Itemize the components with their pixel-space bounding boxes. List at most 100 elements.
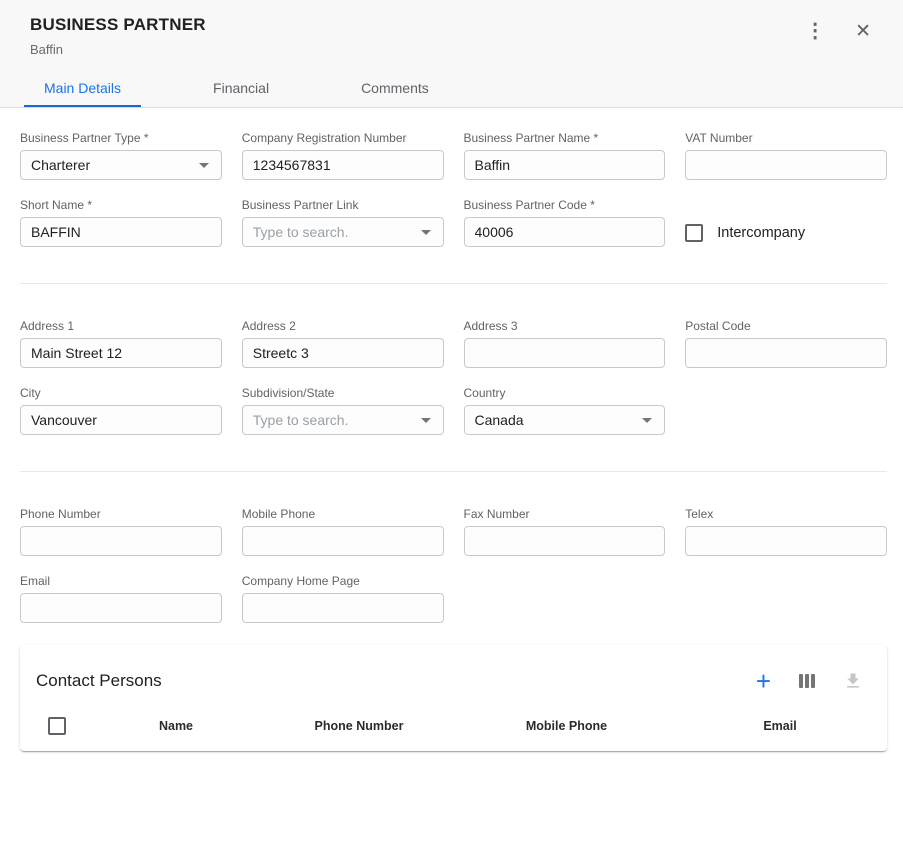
- field-city: City: [20, 386, 222, 435]
- header-top: BUSINESS PARTNER Baffin ⋮ ✕: [0, 0, 903, 57]
- field-label: Company Home Page: [242, 574, 444, 588]
- field-label: Address 1: [20, 319, 222, 333]
- field-short-name: Short Name *: [20, 198, 222, 247]
- tab-main-details[interactable]: Main Details: [24, 70, 141, 107]
- field-label: Subdivision/State: [242, 386, 444, 400]
- select-value: Canada: [475, 412, 524, 428]
- contact-persons-table-header: Name Phone Number Mobile Phone Email: [20, 707, 887, 751]
- field-vat-number: VAT Number: [685, 131, 887, 180]
- empty-cell: [685, 574, 887, 623]
- column-header-email: Email: [673, 719, 887, 733]
- kebab-menu-icon[interactable]: ⋮: [801, 19, 829, 43]
- column-header-phone: Phone Number: [258, 719, 460, 733]
- field-business-partner-code: Business Partner Code *: [464, 198, 666, 247]
- field-country: Country Canada: [464, 386, 666, 435]
- tab-bar: Main Details Financial Comments: [0, 70, 903, 107]
- field-postal-code: Postal Code: [685, 319, 887, 368]
- empty-cell: [464, 574, 666, 623]
- page-subtitle: Baffin: [30, 42, 206, 57]
- intercompany-checkbox[interactable]: [685, 224, 703, 242]
- field-label: Telex: [685, 507, 887, 521]
- field-label: Business Partner Type *: [20, 131, 222, 145]
- column-header-mobile: Mobile Phone: [460, 719, 673, 733]
- field-label: City: [20, 386, 222, 400]
- field-label: Business Partner Code *: [464, 198, 666, 212]
- field-address-1: Address 1: [20, 319, 222, 368]
- field-business-partner-type: Business Partner Type * Charterer: [20, 131, 222, 180]
- select-placeholder: Type to search.: [253, 412, 349, 428]
- header-titles: BUSINESS PARTNER Baffin: [30, 15, 206, 57]
- fax-number-input[interactable]: [464, 526, 666, 556]
- empty-cell: [685, 386, 887, 435]
- business-partner-type-select[interactable]: Charterer: [20, 150, 222, 180]
- address-2-input[interactable]: [242, 338, 444, 368]
- field-label: Short Name *: [20, 198, 222, 212]
- tab-comments[interactable]: Comments: [341, 70, 449, 107]
- select-all-checkbox[interactable]: [48, 717, 66, 735]
- main-details-panel: Business Partner Type * Charterer Compan…: [0, 108, 903, 751]
- identity-section: Business Partner Type * Charterer Compan…: [20, 131, 887, 247]
- chevron-down-icon: [421, 230, 431, 235]
- field-label: Mobile Phone: [242, 507, 444, 521]
- field-label: Company Registration Number: [242, 131, 444, 145]
- download-icon[interactable]: [841, 669, 865, 693]
- field-address-3: Address 3: [464, 319, 666, 368]
- field-company-home-page: Company Home Page: [242, 574, 444, 623]
- address-3-input[interactable]: [464, 338, 666, 368]
- field-email: Email: [20, 574, 222, 623]
- header-actions: ⋮ ✕: [801, 19, 875, 43]
- columns-icon[interactable]: [797, 672, 817, 690]
- select-value: Charterer: [31, 157, 90, 173]
- field-label: Phone Number: [20, 507, 222, 521]
- field-address-2: Address 2: [242, 319, 444, 368]
- field-label: Address 3: [464, 319, 666, 333]
- business-partner-dialog: BUSINESS PARTNER Baffin ⋮ ✕ Main Details…: [0, 0, 903, 751]
- field-subdivision-state: Subdivision/State Type to search.: [242, 386, 444, 435]
- country-select[interactable]: Canada: [464, 405, 666, 435]
- card-actions: +: [754, 669, 865, 693]
- address-section: Address 1 Address 2 Address 3 Postal Cod…: [20, 319, 887, 435]
- chevron-down-icon: [199, 163, 209, 168]
- mobile-phone-input[interactable]: [242, 526, 444, 556]
- email-input[interactable]: [20, 593, 222, 623]
- field-intercompany: Intercompany: [685, 198, 887, 247]
- company-registration-input[interactable]: [242, 150, 444, 180]
- column-header-name: Name: [94, 719, 258, 733]
- section-divider: [20, 283, 887, 284]
- company-home-page-input[interactable]: [242, 593, 444, 623]
- field-label: Business Partner Link: [242, 198, 444, 212]
- field-label: Postal Code: [685, 319, 887, 333]
- contact-persons-card: Contact Persons + Name Phone Number Mobi…: [20, 645, 887, 751]
- chevron-down-icon: [642, 418, 652, 423]
- field-label: Business Partner Name *: [464, 131, 666, 145]
- field-label: VAT Number: [685, 131, 887, 145]
- field-business-partner-name: Business Partner Name *: [464, 131, 666, 180]
- short-name-input[interactable]: [20, 217, 222, 247]
- field-label: Address 2: [242, 319, 444, 333]
- telex-input[interactable]: [685, 526, 887, 556]
- vat-number-input[interactable]: [685, 150, 887, 180]
- field-fax-number: Fax Number: [464, 507, 666, 556]
- tab-financial[interactable]: Financial: [193, 70, 289, 107]
- business-partner-name-input[interactable]: [464, 150, 666, 180]
- subdivision-state-select[interactable]: Type to search.: [242, 405, 444, 435]
- postal-code-input[interactable]: [685, 338, 887, 368]
- phone-number-input[interactable]: [20, 526, 222, 556]
- page-title: BUSINESS PARTNER: [30, 15, 206, 35]
- city-input[interactable]: [20, 405, 222, 435]
- chevron-down-icon: [421, 418, 431, 423]
- close-icon[interactable]: ✕: [851, 20, 875, 43]
- checkbox-label: Intercompany: [717, 225, 805, 241]
- field-phone-number: Phone Number: [20, 507, 222, 556]
- field-label: Country: [464, 386, 666, 400]
- field-telex: Telex: [685, 507, 887, 556]
- contact-info-section: Phone Number Mobile Phone Fax Number Tel…: [20, 507, 887, 623]
- section-divider: [20, 471, 887, 472]
- field-business-partner-link: Business Partner Link Type to search.: [242, 198, 444, 247]
- add-contact-button[interactable]: +: [754, 671, 773, 691]
- business-partner-code-input[interactable]: [464, 217, 666, 247]
- address-1-input[interactable]: [20, 338, 222, 368]
- select-all-cell: [20, 717, 94, 735]
- business-partner-link-select[interactable]: Type to search.: [242, 217, 444, 247]
- field-company-registration-number: Company Registration Number: [242, 131, 444, 180]
